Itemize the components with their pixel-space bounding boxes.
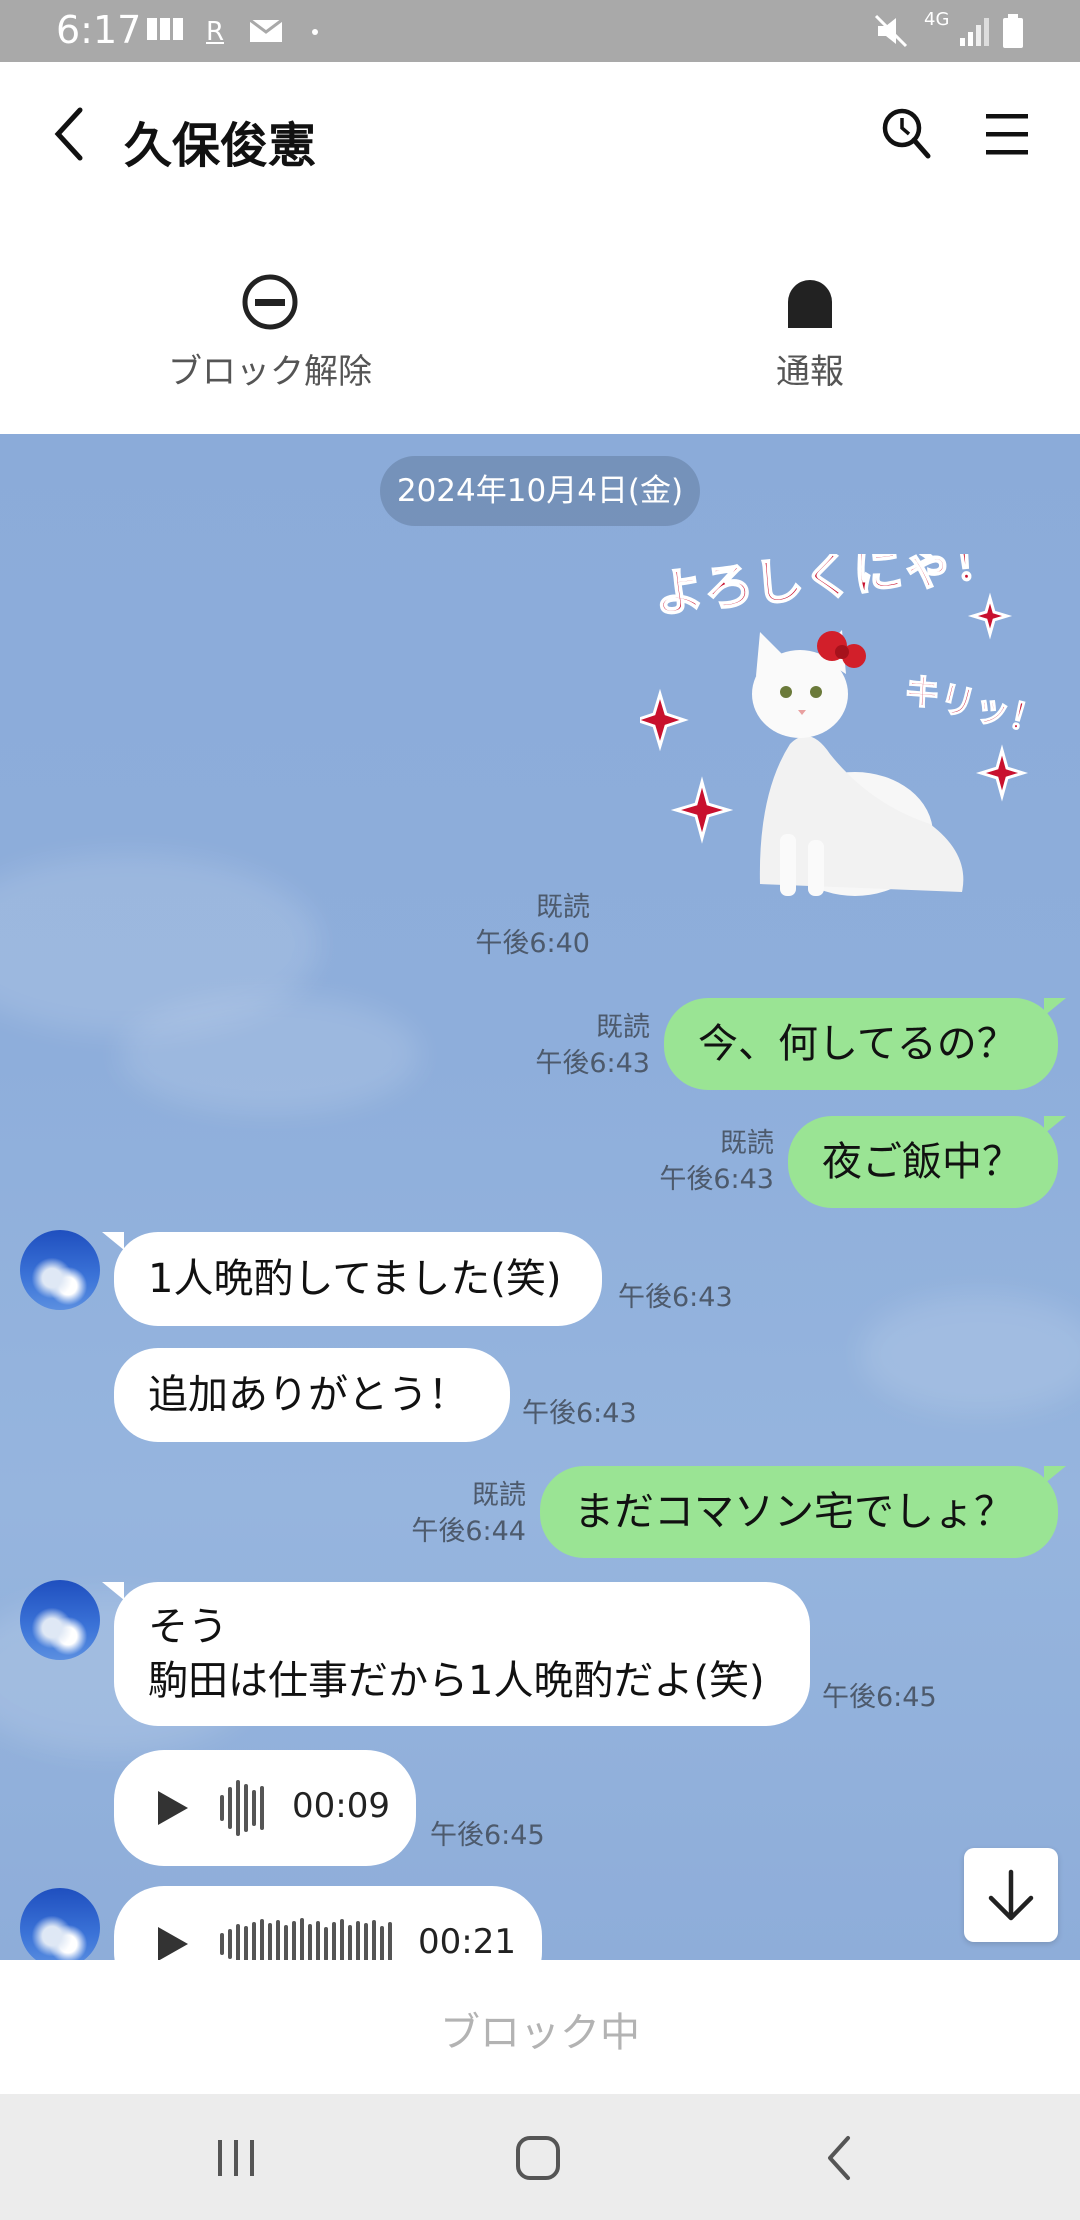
read-receipt: 既読 — [720, 1128, 774, 1159]
status-time: 6:17 — [56, 8, 142, 52]
message-meta: 既読 午後6:44 — [366, 1478, 526, 1550]
cat-sticker-image: よろしくにゃ！ キリッ！ — [631, 529, 1050, 896]
chat-header: 久保俊憲 — [0, 62, 1080, 212]
unblock-icon — [242, 274, 298, 330]
bubble-tail — [1044, 998, 1066, 1016]
message-time: 午後6:43 — [659, 1164, 774, 1195]
message-meta: 既読 午後6:43 — [614, 1126, 774, 1198]
bubble-tail — [102, 1232, 124, 1250]
blocked-label: ブロック中 — [440, 2010, 640, 2056]
back-icon[interactable] — [50, 106, 90, 162]
avatar[interactable] — [20, 1580, 100, 1660]
battery-icon — [1003, 14, 1023, 48]
read-receipt: 既読 — [536, 892, 590, 923]
voice-duration: 00:21 — [418, 1922, 516, 1960]
recent-apps-icon[interactable] — [214, 2138, 258, 2178]
sticker-meta: 既読 午後6:40 — [430, 890, 590, 962]
back-nav-icon[interactable] — [822, 2134, 858, 2182]
arrow-down-icon — [988, 1869, 1034, 1921]
incoming-message-bubble[interactable]: 追加ありがとう！ — [114, 1348, 510, 1442]
report-icon — [788, 280, 832, 328]
voice-duration: 00:09 — [292, 1786, 390, 1826]
message-time: 午後6:45 — [822, 1682, 937, 1713]
home-icon[interactable] — [514, 2134, 562, 2182]
cat-sticker[interactable]: よろしくにゃ！ キリッ！ — [631, 529, 1050, 914]
message-line: そう — [148, 1604, 228, 1650]
waveform-icon — [220, 1780, 272, 1836]
signal-icon — [960, 18, 989, 46]
play-icon[interactable] — [158, 1927, 188, 1960]
message-time: 午後6:44 — [411, 1516, 526, 1547]
rakuten-icon: R — [206, 17, 224, 47]
sticker-text-side: キリッ！ — [900, 669, 1040, 744]
dot-icon — [312, 29, 318, 35]
chat-title: 久保俊憲 — [124, 118, 317, 174]
report-label: 通報 — [776, 352, 844, 392]
chat-area[interactable]: 2024年10月4日(金) よろしくにゃ！ キリッ！ 既読 午後6:40 既読 … — [0, 434, 1080, 1960]
voice-message[interactable]: 00:21 — [114, 1886, 542, 1960]
message-time: 午後6:40 — [475, 928, 590, 959]
unblock-label: ブロック解除 — [168, 352, 372, 392]
search-icon[interactable] — [880, 106, 932, 162]
message-time: 午後6:43 — [618, 1282, 733, 1313]
notification-icon — [147, 18, 183, 40]
mail-icon — [249, 18, 283, 42]
message-line: 駒田は仕事だから1人晩酌だよ(笑) — [148, 1658, 765, 1704]
status-bar: 6:17 R 4G — [0, 0, 1080, 62]
message-time: 午後6:45 — [430, 1820, 545, 1851]
voice-message[interactable]: 00:09 — [114, 1750, 416, 1866]
incoming-message-bubble[interactable]: 1人晩酌してました(笑) — [114, 1232, 602, 1326]
network-4g-icon: 4G — [924, 9, 950, 30]
bubble-tail — [1044, 1466, 1066, 1484]
avatar[interactable] — [20, 1888, 100, 1960]
avatar[interactable] — [20, 1230, 100, 1310]
scroll-to-bottom-button[interactable] — [964, 1848, 1058, 1942]
message-time: 午後6:43 — [522, 1398, 637, 1429]
report-button[interactable]: 通報 — [680, 272, 940, 393]
date-separator: 2024年10月4日(金) — [380, 456, 700, 526]
mute-icon — [874, 14, 908, 48]
bubble-tail — [102, 1582, 124, 1600]
outgoing-message-bubble[interactable]: 今、何してるの？ — [664, 998, 1058, 1090]
unblock-button[interactable]: ブロック解除 — [140, 272, 400, 393]
menu-icon[interactable] — [984, 112, 1030, 156]
read-receipt: 既読 — [472, 1480, 526, 1511]
read-receipt: 既読 — [596, 1012, 650, 1043]
incoming-message-bubble[interactable]: そう 駒田は仕事だから1人晩酌だよ(笑) — [114, 1582, 810, 1726]
message-meta: 既読 午後6:43 — [490, 1010, 650, 1082]
outgoing-message-bubble[interactable]: 夜ご飯中？ — [788, 1116, 1058, 1208]
play-icon[interactable] — [158, 1791, 188, 1825]
message-time: 午後6:43 — [535, 1048, 650, 1079]
system-nav-bar — [0, 2094, 1080, 2220]
sticker-text-main: よろしくにゃ！ — [651, 554, 1005, 624]
outgoing-message-bubble[interactable]: まだコマソン宅でしょ？ — [540, 1466, 1058, 1558]
waveform-icon — [220, 1916, 400, 1960]
bubble-tail — [1044, 1116, 1066, 1134]
blocked-bar: ブロック中 — [0, 1960, 1080, 2094]
action-bar: ブロック解除 通報 — [0, 212, 1080, 434]
